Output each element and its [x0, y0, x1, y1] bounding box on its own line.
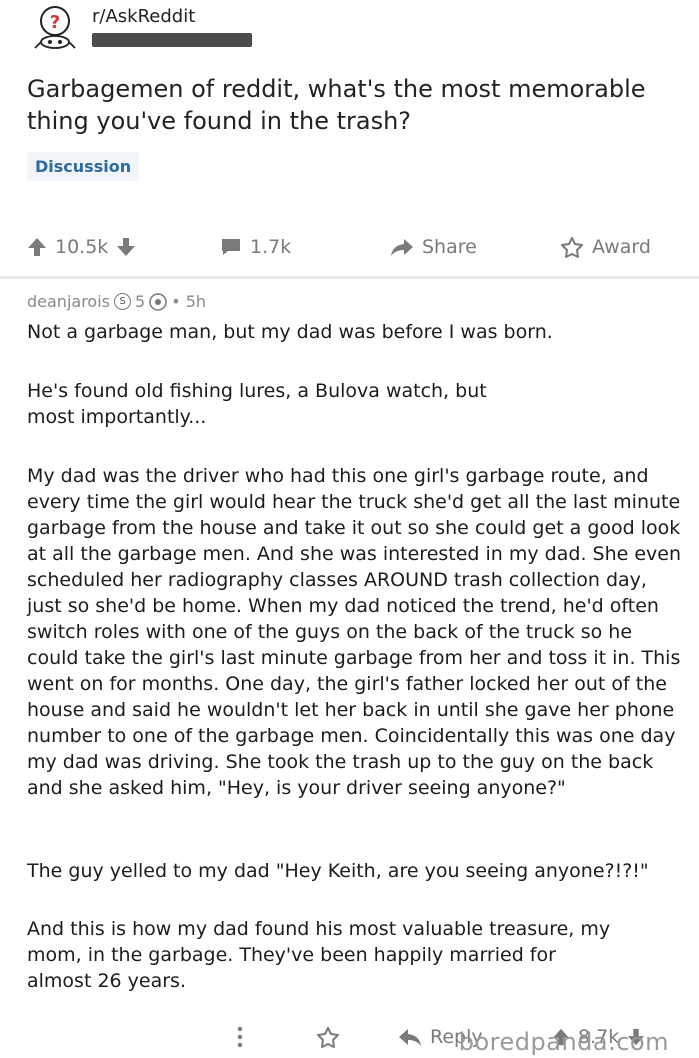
comment-award-button[interactable]	[316, 1026, 340, 1048]
svg-text:?: ?	[50, 12, 60, 33]
comment-time: • 5h	[171, 292, 207, 311]
watermark: boredpanda.com	[458, 1028, 669, 1056]
share-label: Share	[422, 236, 477, 258]
award-icon	[561, 237, 583, 258]
post-title[interactable]: Garbagemen of reddit, what's the most me…	[27, 73, 667, 137]
more-icon	[237, 1026, 243, 1048]
share-icon	[391, 239, 413, 256]
comment-icon	[222, 239, 240, 255]
upvote-count: 10.5k	[55, 236, 109, 258]
award-badge-icon	[149, 292, 167, 311]
award-button[interactable]: Award	[560, 236, 651, 258]
post-flair[interactable]: Discussion	[27, 152, 140, 181]
post-header: ? r/AskReddit	[0, 0, 699, 60]
comment-count: 1.7k	[250, 236, 292, 258]
snoo-avatar-icon[interactable]: ?	[30, 4, 80, 52]
award-icon	[317, 1027, 339, 1048]
redacted-username	[92, 33, 252, 47]
share-button[interactable]: Share	[390, 236, 477, 258]
comment-author[interactable]: deanjarois	[27, 292, 110, 311]
more-options-button[interactable]	[236, 1026, 244, 1048]
comment-paragraph: He's found old fishing lures, a Bulova w…	[27, 380, 487, 428]
reply-icon	[399, 1029, 421, 1046]
upvote-icon[interactable]	[27, 237, 47, 257]
subreddit-name[interactable]: r/AskReddit	[92, 6, 195, 27]
comment-meta: deanjarois S 5 • 5h	[27, 292, 206, 311]
badge-count: 5	[135, 292, 146, 311]
award-label: Award	[592, 236, 651, 258]
downvote-icon[interactable]	[116, 237, 136, 257]
vote-group: 10.5k	[27, 236, 136, 258]
comment-paragraph: Not a garbage man, but my dad was before…	[27, 321, 553, 343]
karma-badge-icon: S	[114, 293, 131, 310]
comment-paragraph: The guy yelled to my dad "Hey Keith, are…	[27, 860, 649, 882]
comment-paragraph: My dad was the driver who had this one g…	[27, 465, 682, 799]
section-divider	[0, 276, 699, 279]
comments-button[interactable]: 1.7k	[220, 236, 291, 258]
post-action-bar: 10.5k 1.7k Share Award	[0, 228, 699, 274]
comment-paragraph: And this is how my dad found his most va…	[27, 918, 611, 992]
